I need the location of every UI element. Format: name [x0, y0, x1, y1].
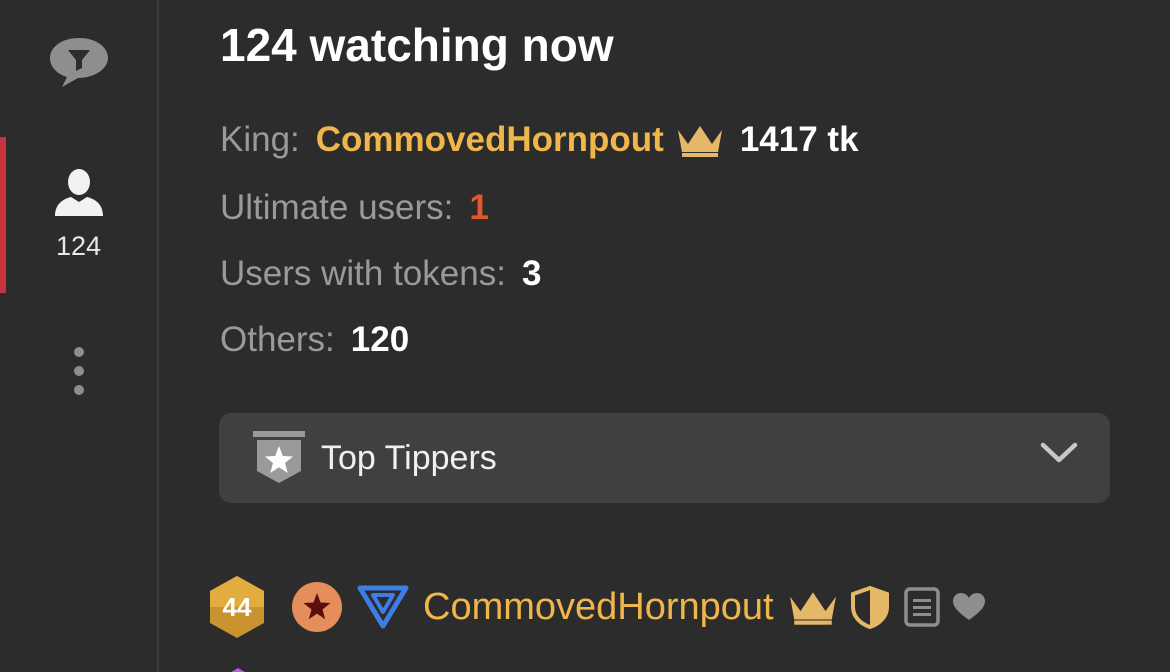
others-row: Others: 120 — [220, 320, 409, 360]
vertical-dots-icon — [72, 345, 86, 402]
user-icon — [53, 168, 105, 223]
triangle-badge-icon — [357, 585, 409, 629]
notes-icon[interactable] — [903, 587, 940, 627]
level-badge: 44 — [207, 574, 267, 640]
main-panel: 124 watching now King: CommovedHornpout … — [159, 0, 1170, 672]
list-item-username[interactable]: CommovedHornpout — [423, 586, 774, 629]
king-tokens: 1417 tk — [739, 120, 859, 159]
sidebar-item-users[interactable]: 124 — [0, 137, 157, 293]
users-count: 124 — [55, 231, 102, 261]
users-with-tokens-row: Users with tokens: 3 — [220, 254, 541, 294]
others-value: 120 — [350, 320, 410, 359]
top-tippers-label: Top Tippers — [321, 438, 497, 477]
crown-icon — [676, 122, 724, 158]
active-indicator — [0, 137, 6, 293]
sidebar: 124 — [0, 0, 159, 672]
ultimate-users-label: Ultimate users: — [220, 188, 454, 227]
others-label: Others: — [220, 320, 335, 359]
heart-icon[interactable] — [952, 592, 986, 622]
users-with-tokens-value: 3 — [521, 254, 542, 293]
star-shield-icon — [251, 431, 307, 485]
page-title: 124 watching now — [220, 19, 614, 71]
user-list-panel: 124 124 watching now King: CommovedHornp… — [0, 0, 1170, 672]
king-username[interactable]: CommovedHornpout — [316, 120, 664, 160]
king-row: King: CommovedHornpout 1417 tk — [220, 120, 859, 160]
more-options-button[interactable] — [0, 345, 157, 401]
star-badge-icon — [291, 581, 343, 633]
king-label: King: — [220, 120, 300, 159]
chevron-down-icon — [1040, 441, 1078, 465]
half-shield-icon — [850, 585, 890, 629]
level-value: 44 — [222, 591, 252, 622]
ultimate-users-value: 1 — [469, 188, 489, 227]
top-tippers-dropdown[interactable]: Top Tippers — [219, 413, 1110, 503]
chat-bubble-filter-icon — [48, 36, 110, 93]
list-item[interactable]: 44 CommovedHornpout — [207, 574, 986, 640]
crown-icon — [788, 588, 838, 626]
ultimate-users-row: Ultimate users: 1 — [220, 188, 489, 228]
sidebar-item-chat[interactable] — [0, 36, 157, 92]
next-list-item-badge — [218, 662, 258, 672]
users-with-tokens-label: Users with tokens: — [220, 254, 506, 293]
